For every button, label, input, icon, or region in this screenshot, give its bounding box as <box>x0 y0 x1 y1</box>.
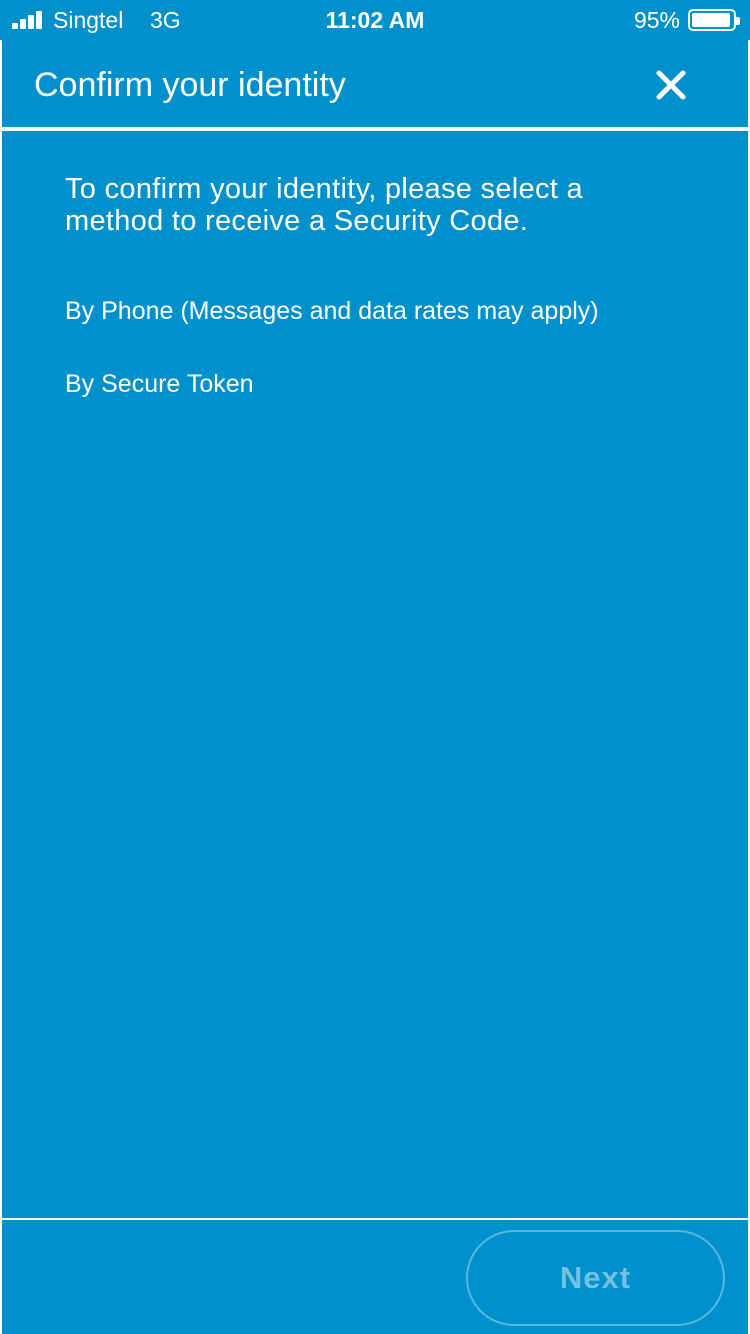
option-by-phone[interactable]: By Phone (Messages and data rates may ap… <box>65 297 599 326</box>
next-button[interactable]: Next <box>466 1230 725 1326</box>
intro-text: To confirm your identity, please select … <box>65 173 583 237</box>
content-area: To confirm your identity, please select … <box>2 131 748 1218</box>
close-button[interactable] <box>648 64 692 108</box>
battery-icon <box>688 9 740 31</box>
confirm-identity-screen: Singtel 3G 11:02 AM 95% Confirm your ide… <box>0 0 750 1334</box>
page-title: Confirm your identity <box>34 66 346 104</box>
battery-percentage: 95% <box>633 7 680 33</box>
close-icon <box>656 70 686 100</box>
option-by-secure-token[interactable]: By Secure Token <box>65 370 254 399</box>
status-bar: Singtel 3G 11:02 AM 95% <box>0 0 750 40</box>
header: Confirm your identity <box>2 40 748 129</box>
footer: Next <box>2 1218 748 1334</box>
